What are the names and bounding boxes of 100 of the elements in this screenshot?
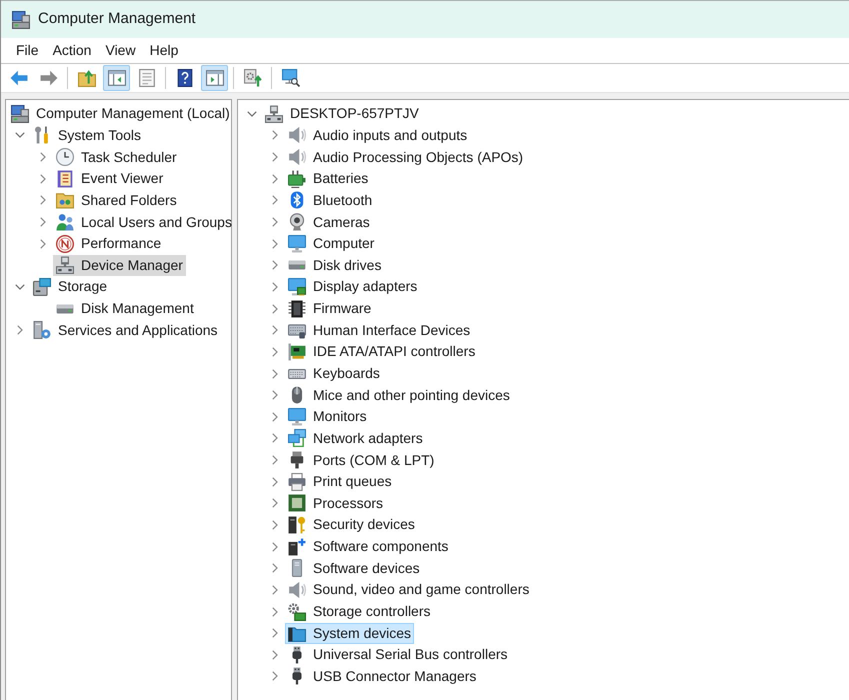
chevron-right-icon[interactable] (272, 195, 278, 206)
gear-card-icon (288, 602, 306, 621)
tree-item[interactable]: Computer (285, 233, 378, 254)
chevron-down-icon[interactable] (15, 284, 25, 290)
log-book-icon (56, 170, 74, 188)
tree-item[interactable]: Display adapters (285, 276, 420, 298)
chevron-right-icon[interactable] (272, 368, 278, 378)
arrow-right-icon (40, 69, 58, 87)
chevron-right-icon[interactable] (272, 433, 278, 444)
tree-item[interactable]: Keyboards (285, 363, 383, 384)
tree-item[interactable]: Task Scheduler (53, 146, 180, 168)
tree-item[interactable]: Performance (53, 233, 164, 254)
tree-item[interactable]: Mice and other pointing devices (285, 384, 513, 406)
tree-item[interactable]: Network adapters (285, 428, 426, 449)
tree-item[interactable]: Services and Applications (30, 320, 221, 341)
chevron-right-icon[interactable] (272, 671, 278, 682)
computer-icon (56, 256, 74, 274)
users-icon (56, 213, 74, 232)
chevron-right-icon[interactable] (272, 217, 278, 228)
tree-item[interactable]: Processors (285, 492, 386, 514)
chevron-right-icon[interactable] (272, 650, 278, 660)
gear-arrow-icon (244, 69, 262, 87)
tree-item[interactable]: Software devices (285, 558, 423, 579)
chevron-right-icon[interactable] (272, 455, 278, 466)
tower-plus-icon (288, 538, 306, 556)
menu-item[interactable]: View (98, 38, 143, 63)
tree-item[interactable]: Human Interface Devices (285, 320, 474, 341)
tree-item[interactable]: Storage controllers (285, 601, 434, 622)
chevron-right-icon[interactable] (272, 476, 278, 487)
chevron-right-icon[interactable] (272, 260, 278, 270)
computer-icon (11, 104, 29, 123)
chevron-right-icon[interactable] (272, 238, 278, 249)
chevron-right-icon[interactable] (40, 217, 46, 228)
menu-item[interactable]: Help (142, 38, 186, 63)
tree-item[interactable]: Universal Serial Bus controllers (285, 644, 511, 666)
tree-item[interactable]: Sound, video and game controllers (285, 579, 532, 600)
chevron-right-icon[interactable] (272, 563, 278, 574)
tree-item[interactable]: IDE ATA/ATAPI controllers (285, 341, 478, 362)
processor-icon (288, 494, 306, 512)
chevron-down-icon[interactable] (247, 110, 257, 117)
chevron-right-icon[interactable] (272, 282, 278, 292)
printer-icon (288, 472, 306, 491)
chevron-right-icon[interactable] (40, 195, 46, 206)
menu-item[interactable]: Action (46, 38, 98, 63)
chevron-right-icon[interactable] (272, 174, 278, 184)
tree-item[interactable]: Cameras (285, 212, 373, 233)
chevron-right-icon[interactable] (272, 628, 278, 638)
chevron-right-icon[interactable] (272, 584, 278, 595)
speaker-icon (288, 148, 306, 166)
chevron-right-icon[interactable] (272, 304, 278, 314)
monitor-icon (288, 408, 306, 426)
chevron-right-icon[interactable] (17, 325, 23, 336)
tree-item[interactable]: Security devices (285, 514, 418, 536)
chevron-right-icon[interactable] (272, 412, 278, 422)
tree-item[interactable]: Disk drives (285, 254, 384, 276)
tree-item[interactable]: USB Connector Managers (285, 666, 480, 687)
tree-item[interactable]: Audio inputs and outputs (285, 124, 470, 146)
chevron-right-icon[interactable] (272, 542, 278, 552)
tree-item[interactable]: Shared Folders (53, 190, 180, 211)
chevron-right-icon[interactable] (40, 174, 46, 184)
tree-item[interactable]: Audio Processing Objects (APOs) (285, 146, 526, 168)
tree-item[interactable]: Ports (COM & LPT) (285, 450, 438, 471)
menu-item[interactable]: File (9, 38, 46, 63)
chevron-right-icon[interactable] (272, 152, 278, 162)
chevron-right-icon[interactable] (272, 130, 278, 140)
clock-icon (56, 148, 74, 166)
tree-item[interactable]: Event Viewer (53, 168, 166, 190)
action-pane-toggle[interactable] (201, 65, 228, 91)
arrow-left-icon (10, 69, 28, 87)
tree-item[interactable]: Device Manager (53, 254, 186, 276)
tree-item[interactable]: Firmware (285, 298, 374, 320)
chevron-right-icon[interactable] (40, 152, 46, 162)
monitor-icon (288, 234, 306, 253)
computer-icon (265, 104, 283, 123)
tree-item[interactable]: Software components (285, 536, 452, 558)
monitor-card-icon (288, 278, 306, 296)
chevron-right-icon[interactable] (272, 606, 278, 617)
speaker-icon (288, 580, 306, 599)
chevron-right-icon[interactable] (40, 238, 46, 249)
tree-item[interactable]: Batteries (285, 168, 372, 190)
tree-item[interactable]: Local Users and Groups (53, 212, 235, 233)
tree-item[interactable]: Print queues (285, 471, 395, 492)
tree-item[interactable]: Disk Management (53, 298, 197, 320)
tree-item[interactable]: Bluetooth (285, 190, 376, 211)
chevron-right-icon[interactable] (272, 498, 278, 508)
chevron-right-icon[interactable] (272, 346, 278, 357)
console-tree-toggle[interactable] (103, 65, 130, 91)
tree-item[interactable]: System Tools (30, 124, 144, 146)
chevron-right-icon[interactable] (272, 325, 278, 336)
tree-item[interactable]: Monitors (285, 406, 370, 428)
chevron-right-icon[interactable] (272, 390, 278, 400)
document-icon (138, 69, 156, 87)
tree-item[interactable]: System devices (285, 622, 414, 644)
chevron-right-icon[interactable] (272, 520, 278, 530)
tree-item[interactable]: Computer Management (Local) (8, 103, 233, 124)
computer-icon (12, 10, 30, 28)
chevron-down-icon[interactable] (15, 132, 25, 138)
tree-item[interactable]: DESKTOP-657PTJV (262, 103, 422, 124)
tree-item[interactable]: Storage (30, 276, 110, 298)
server-gear-icon (33, 321, 51, 340)
